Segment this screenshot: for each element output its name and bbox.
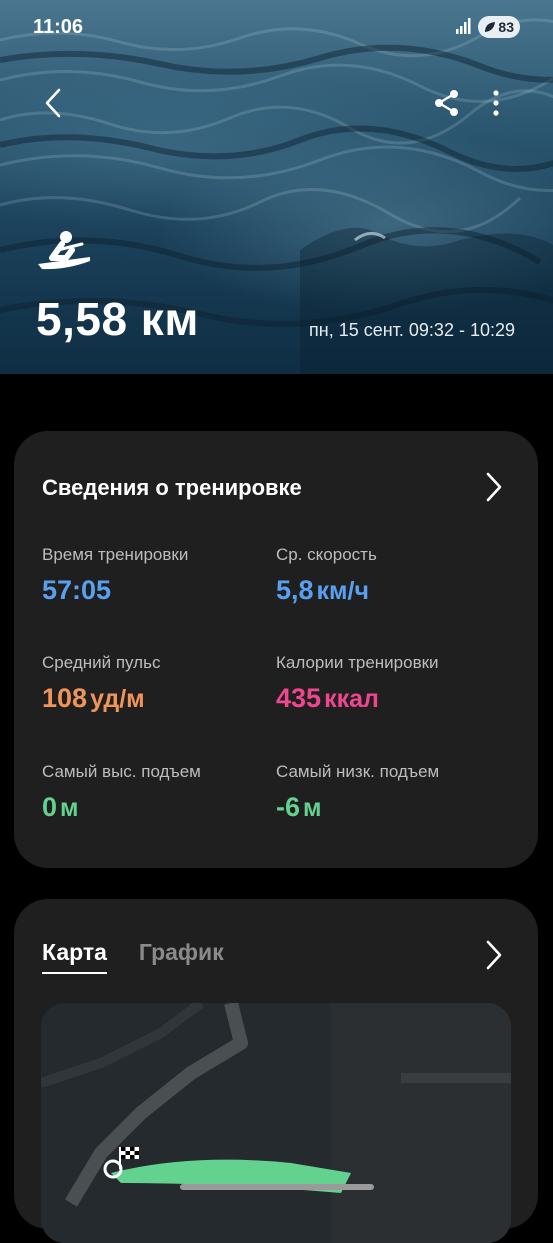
stat-label: Ср. скорость bbox=[276, 545, 377, 564]
battery-level: 83 bbox=[498, 19, 514, 35]
stat-value: 57:05 bbox=[42, 575, 112, 605]
status-time: 11:06 bbox=[33, 16, 84, 38]
distance-value: 5,58 км bbox=[36, 293, 199, 345]
hero-banner: 11:06 83 5,58 км пн, 15 сент. 09:32 - 10… bbox=[0, 0, 553, 374]
tab-chart[interactable]: График bbox=[139, 939, 224, 974]
workout-datetime: пн, 15 сент. 09:32 - 10:29 bbox=[309, 320, 515, 340]
workout-details-card[interactable]: Сведения о тренировке Время тренировки 5… bbox=[14, 431, 538, 868]
rowing-icon bbox=[38, 231, 90, 270]
stat-label: Самый низк. подъем bbox=[276, 762, 440, 781]
stat-max-elevation: Самый выс. подъем 0м bbox=[42, 762, 272, 823]
leaf-icon bbox=[485, 22, 495, 32]
share-button[interactable] bbox=[430, 86, 464, 120]
map-tabs: Карта График bbox=[42, 939, 224, 974]
stat-label: Средний пульс bbox=[42, 653, 161, 672]
route-map[interactable] bbox=[41, 1003, 511, 1243]
stat-avg-speed: Ср. скорость 5,8 км/ч bbox=[276, 545, 506, 606]
card-title: Сведения о тренировке bbox=[42, 475, 302, 500]
tab-map[interactable]: Карта bbox=[42, 939, 107, 974]
stat-value: 5,8 км/ч bbox=[276, 575, 370, 605]
map-canvas bbox=[41, 1003, 511, 1243]
stat-value: 108 уд/м bbox=[42, 683, 145, 713]
chevron-right-icon[interactable] bbox=[484, 471, 504, 503]
chevron-right-icon[interactable] bbox=[484, 939, 504, 971]
share-icon bbox=[435, 90, 458, 116]
more-vertical-icon bbox=[493, 90, 499, 116]
stat-min-elevation: Самый низк. подъем -6 м bbox=[276, 762, 506, 823]
more-options-button[interactable] bbox=[484, 86, 508, 120]
stat-calories: Калории тренировки 435 ккал bbox=[276, 653, 506, 714]
home-indicator[interactable] bbox=[180, 1184, 374, 1190]
stat-value: 0м bbox=[42, 792, 79, 822]
stat-value: 435 ккал bbox=[276, 683, 379, 713]
back-button[interactable] bbox=[36, 86, 70, 120]
stat-workout-time: Время тренировки 57:05 bbox=[42, 545, 272, 606]
back-arrow-icon bbox=[45, 88, 61, 118]
map-card: Карта График bbox=[14, 899, 538, 1243]
stat-label: Самый выс. подъем bbox=[42, 762, 201, 781]
stat-label: Время тренировки bbox=[42, 545, 189, 564]
battery-indicator: 83 bbox=[478, 16, 520, 38]
status-bar: 11:06 83 bbox=[0, 0, 553, 52]
stat-label: Калории тренировки bbox=[276, 653, 439, 672]
stat-value: -6 м bbox=[276, 792, 322, 822]
signal-icon bbox=[456, 18, 471, 34]
stat-avg-heart-rate: Средний пульс 108 уд/м bbox=[42, 653, 272, 714]
